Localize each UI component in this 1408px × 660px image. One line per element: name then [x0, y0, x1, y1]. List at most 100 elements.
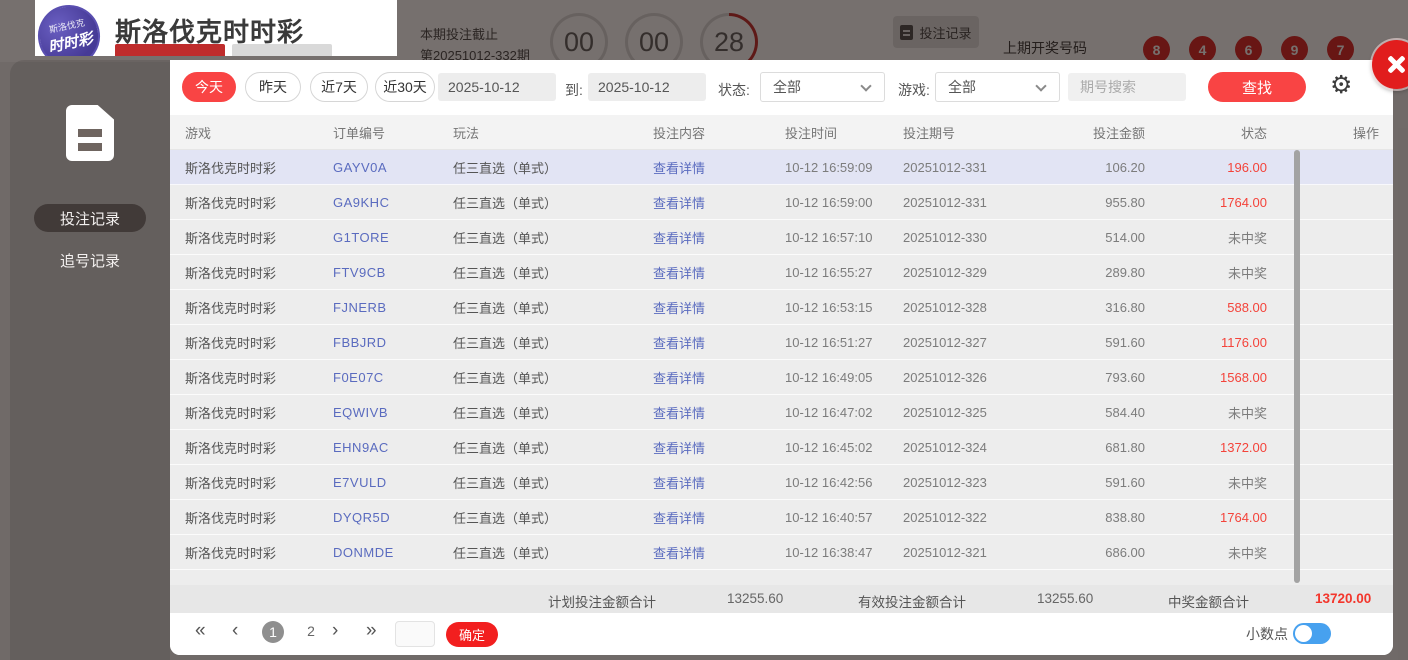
cell-order-code[interactable]: F0E07C [333, 370, 453, 385]
cell-amount: 955.80 [1105, 194, 1145, 210]
cell-order-code[interactable]: GAYV0A [333, 160, 453, 175]
cell-order-code[interactable]: E7VULD [333, 475, 453, 490]
cell-status: 196.00 [1227, 159, 1267, 175]
table-row[interactable]: 斯洛伐克时时彩 GA9KHC 任三直选（单式） 查看详情 10-12 16:59:00 2… [170, 185, 1393, 220]
cell-game: 斯洛伐克时时彩 [185, 160, 277, 176]
cell-amount: 591.60 [1105, 474, 1145, 490]
view-details-link[interactable]: 查看详情 [653, 298, 785, 317]
cell-amount: 584.40 [1105, 404, 1145, 420]
cell-play-type: 任三直选（单式） [453, 300, 558, 316]
to-label: 到: [565, 82, 583, 98]
table-row[interactable]: 斯洛伐克时时彩 EQWIVB 任三直选（单式） 查看详情 10-12 16:47:02 2… [170, 395, 1393, 430]
cell-order-code[interactable]: EQWIVB [333, 405, 453, 420]
plan-total-value: 13255.60 [727, 591, 784, 606]
table-row[interactable]: 斯洛伐克时时彩 G1TORE 任三直选（单式） 查看详情 10-12 16:57:10 2… [170, 220, 1393, 255]
cell-order-code[interactable]: DONMDE [333, 545, 453, 560]
lottery-logo: 斯洛伐克 时时彩 [35, 0, 106, 56]
page-confirm-button[interactable]: 确定 [446, 622, 498, 647]
first-page-button[interactable]: « [195, 620, 206, 642]
valid-total-value: 13255.60 [1037, 591, 1094, 606]
view-details-link[interactable]: 查看详情 [653, 228, 785, 247]
prev-page-button[interactable]: ‹ [232, 620, 238, 642]
cell-order-code[interactable]: EHN9AC [333, 440, 453, 455]
cell-amount: 838.80 [1105, 509, 1145, 525]
cell-status: 未中奖 [1227, 265, 1267, 281]
cell-order-code[interactable]: G1TORE [333, 230, 453, 245]
quick-filter-4[interactable]: 近30天 [375, 72, 435, 102]
column-header: 订单编号 [333, 126, 386, 141]
gray-badge [232, 44, 332, 56]
page-jump-input[interactable] [395, 621, 435, 647]
gear-icon[interactable]: ⚙ [1330, 70, 1352, 100]
date-to-input[interactable] [588, 73, 706, 101]
table-row[interactable]: 斯洛伐克时时彩 E7VULD 任三直选（单式） 查看详情 10-12 16:42:56 2… [170, 465, 1393, 500]
cell-game: 斯洛伐克时时彩 [185, 475, 277, 491]
table-row[interactable]: 斯洛伐克时时彩 DYQR5D 任三直选（单式） 查看详情 10-12 16:40:57 2… [170, 500, 1393, 535]
cell-order-code[interactable]: GA9KHC [333, 195, 453, 210]
view-details-link[interactable]: 查看详情 [653, 508, 785, 527]
cell-order-code[interactable]: FBBJRD [333, 335, 453, 350]
view-details-link[interactable]: 查看详情 [653, 438, 785, 457]
table-scrollbar[interactable] [1294, 150, 1300, 583]
quick-filter-2[interactable]: 昨天 [245, 72, 301, 102]
search-button[interactable]: 查找 [1208, 72, 1306, 102]
decimal-toggle[interactable] [1293, 623, 1331, 644]
view-details-link[interactable]: 查看详情 [653, 333, 785, 352]
cell-status: 1764.00 [1220, 509, 1267, 525]
table-row[interactable]: 斯洛伐克时时彩 FJNERB 任三直选（单式） 查看详情 10-12 16:53:15 2… [170, 290, 1393, 325]
table-row[interactable]: 斯洛伐克时时彩 F0E07C 任三直选（单式） 查看详情 10-12 16:49:05 2… [170, 360, 1393, 395]
cell-order-code[interactable]: DYQR5D [333, 510, 453, 525]
table-row[interactable]: 斯洛伐克时时彩 DONMDE 任三直选（单式） 查看详情 10-12 16:38:47 2… [170, 535, 1393, 570]
cell-bet-time: 10-12 16:47:02 [785, 404, 873, 420]
sidebar-item-chase-records[interactable]: 追号记录 [34, 246, 146, 274]
sidebar-item-bet-records[interactable]: 投注记录 [34, 204, 146, 232]
cell-status: 1568.00 [1220, 369, 1267, 385]
column-header: 投注内容 [653, 126, 706, 141]
table-row[interactable]: 斯洛伐克时时彩 EHN9AC 任三直选（单式） 查看详情 10-12 16:45:02 2… [170, 430, 1393, 465]
decimal-label: 小数点 [1246, 626, 1288, 642]
cell-status: 588.00 [1227, 299, 1267, 315]
filter-bar: 今天昨天近7天近30天 到: 状态: 全部 游戏: 全部 查找 ⚙ [170, 60, 1393, 115]
period-search-input[interactable] [1068, 73, 1186, 101]
cell-play-type: 任三直选（单式） [453, 160, 558, 176]
view-details-link[interactable]: 查看详情 [653, 543, 785, 562]
record-doc-icon [66, 105, 114, 161]
view-details-link[interactable]: 查看详情 [653, 263, 785, 282]
view-details-link[interactable]: 查看详情 [653, 403, 785, 422]
page-number-1[interactable]: 1 [262, 621, 284, 643]
cell-play-type: 任三直选（单式） [453, 195, 558, 211]
last-page-button[interactable]: » [366, 620, 377, 642]
chevron-down-icon [860, 80, 872, 92]
table-row[interactable]: 斯洛伐克时时彩 FBBJRD 任三直选（单式） 查看详情 10-12 16:51:27 2… [170, 325, 1393, 360]
next-page-button[interactable]: › [332, 620, 338, 642]
cell-amount: 793.60 [1105, 369, 1145, 385]
view-details-link[interactable]: 查看详情 [653, 473, 785, 492]
cell-play-type: 任三直选（单式） [453, 475, 558, 491]
cell-game: 斯洛伐克时时彩 [185, 370, 277, 386]
status-select[interactable]: 全部 [760, 72, 885, 102]
quick-filter-1[interactable]: 今天 [182, 72, 236, 102]
game-select[interactable]: 全部 [935, 72, 1060, 102]
cell-game: 斯洛伐克时时彩 [185, 510, 277, 526]
date-from-input[interactable] [438, 73, 556, 101]
table-row[interactable]: 斯洛伐克时时彩 GAYV0A 任三直选（单式） 查看详情 10-12 16:59:09 2… [170, 150, 1393, 185]
cell-play-type: 任三直选（单式） [453, 405, 558, 421]
view-details-link[interactable]: 查看详情 [653, 158, 785, 177]
cell-amount: 686.00 [1105, 544, 1145, 560]
cell-play-type: 任三直选（单式） [453, 510, 558, 526]
cell-status: 1372.00 [1220, 439, 1267, 455]
page-number-2[interactable]: 2 [300, 623, 322, 639]
cell-order-code[interactable]: FTV9CB [333, 265, 453, 280]
cell-order-code[interactable]: FJNERB [333, 300, 453, 315]
view-details-link[interactable]: 查看详情 [653, 368, 785, 387]
cell-play-type: 任三直选（单式） [453, 335, 558, 351]
quick-filter-3[interactable]: 近7天 [310, 72, 368, 102]
table-row[interactable]: 斯洛伐克时时彩 FTV9CB 任三直选（单式） 查看详情 10-12 16:55:27 2… [170, 255, 1393, 290]
cell-play-type: 任三直选（单式） [453, 370, 558, 386]
cell-play-type: 任三直选（单式） [453, 440, 558, 456]
column-header: 游戏 [185, 126, 212, 141]
cell-period: 20251012-326 [903, 369, 987, 385]
view-details-link[interactable]: 查看详情 [653, 193, 785, 212]
cell-status: 1764.00 [1220, 194, 1267, 210]
table-header: 游戏 订单编号 玩法 投注内容 投注时间 投注期号 投注金额 状态 操作 [170, 115, 1393, 150]
